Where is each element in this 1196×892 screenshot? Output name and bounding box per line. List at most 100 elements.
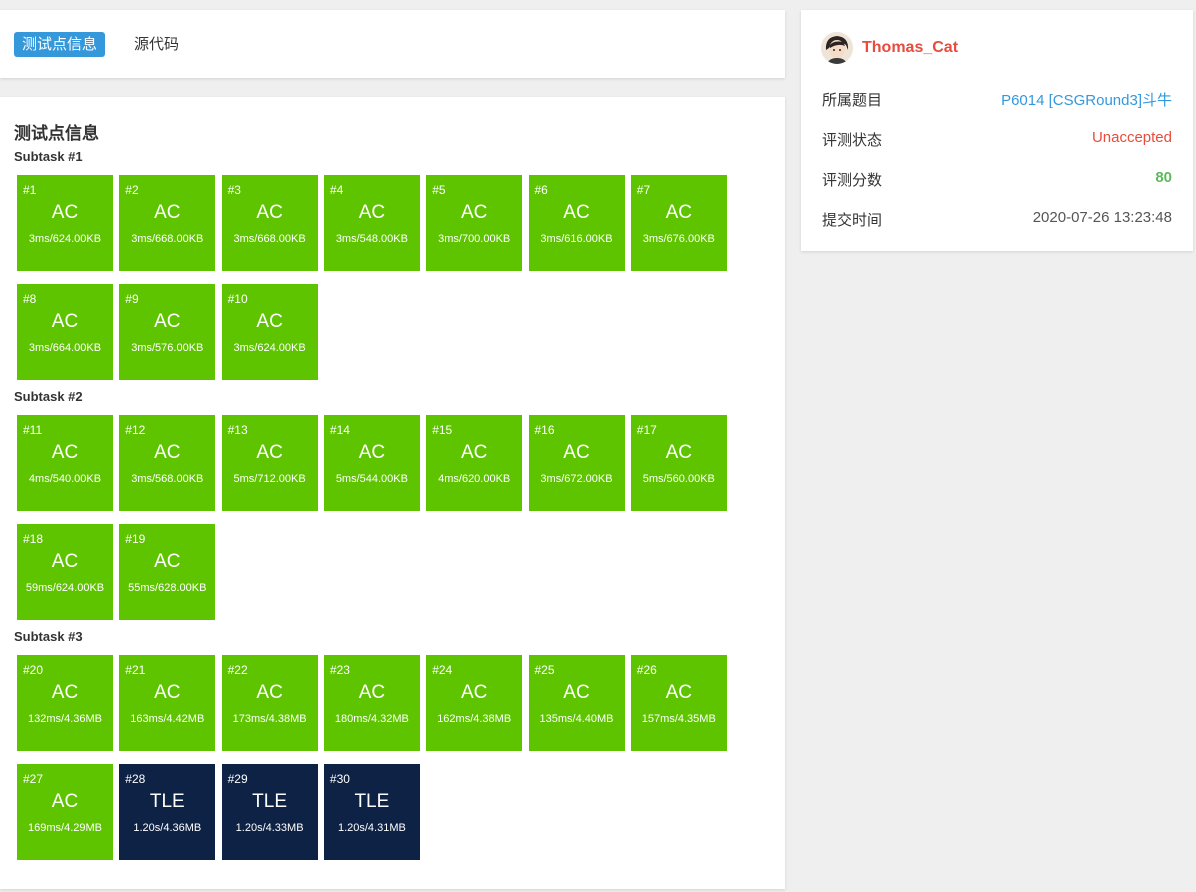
testcase-tile[interactable]: #10 AC 3ms/624.00KB	[221, 284, 318, 380]
tab-testcases[interactable]: 测试点信息	[14, 32, 106, 57]
testcase-id: #29	[227, 772, 248, 786]
testcase-status: AC	[154, 442, 181, 463]
testcase-usage: 3ms/624.00KB	[28, 233, 102, 245]
testcase-tile[interactable]: #5 AC 3ms/700.00KB	[426, 175, 523, 271]
testcase-usage: 4ms/620.00KB	[438, 473, 511, 485]
submit-time-value: 2020-07-26 13:23:48	[1032, 209, 1172, 226]
testcase-tile[interactable]: #21 AC 163ms/4.42MB	[119, 655, 216, 751]
testcase-status: AC	[460, 202, 488, 223]
problem-link[interactable]: P6014 [CSGRound3]斗牛	[1001, 89, 1172, 110]
testcase-usage: 3ms/548.00KB	[335, 233, 408, 245]
testcase-tile[interactable]: #23 AC 180ms/4.32MB	[323, 655, 420, 751]
testcase-usage: 1.20s/4.36MB	[133, 822, 202, 834]
testcase-id: #14	[329, 423, 350, 437]
testcase-tile[interactable]: #17 AC 5ms/560.00KB	[630, 415, 727, 511]
testcase-tile[interactable]: #26 AC 157ms/4.35MB	[630, 655, 727, 751]
testcase-tile[interactable]: #11 AC 4ms/540.00KB	[17, 415, 113, 511]
testcase-tile[interactable]: #3 AC 3ms/668.00KB	[221, 175, 318, 271]
testcase-status: AC	[256, 682, 283, 703]
testcase-id: #8	[23, 292, 37, 306]
subtask-label-1: Subtask #1	[14, 149, 83, 164]
testcase-tile[interactable]: #30 TLE 1.20s/4.31MB	[323, 764, 420, 860]
info-row-submit-time: 提交时间 2020-07-26 13:23:48	[822, 209, 1172, 231]
testcase-tile[interactable]: #29 TLE 1.20s/4.33MB	[221, 764, 318, 860]
testcase-status: AC	[563, 682, 590, 703]
testcase-id: #2	[125, 183, 139, 197]
testcase-tile[interactable]: #8 AC 3ms/664.00KB	[17, 284, 113, 380]
testcase-id: #5	[432, 183, 446, 197]
testcase-status: AC	[460, 442, 488, 463]
testcase-panel: 测试点信息 Subtask #1 #1 AC 3ms/624.00KB #2 AC 3ms…	[0, 97, 785, 889]
tab-source-code[interactable]: 源代码	[126, 32, 187, 57]
testcase-tile[interactable]: #24 AC 162ms/4.38MB	[426, 655, 523, 751]
testcase-id: #30	[329, 772, 350, 786]
tabs-card: 测试点信息 源代码	[0, 10, 785, 78]
testcase-id: #23	[329, 663, 350, 677]
testcase-tile[interactable]: #9 AC 3ms/576.00KB	[119, 284, 216, 380]
testcase-id: #18	[23, 532, 44, 546]
username-link[interactable]: Thomas_Cat	[862, 39, 958, 57]
testcase-usage: 162ms/4.38MB	[437, 713, 512, 725]
testcase-id: #17	[636, 423, 657, 437]
testcase-id: #19	[125, 532, 146, 546]
testcase-tile[interactable]: #13 AC 5ms/712.00KB	[221, 415, 318, 511]
testcase-status: TLE	[354, 791, 390, 812]
testcase-tile[interactable]: #20 AC 132ms/4.36MB	[17, 655, 113, 751]
testcase-status: AC	[154, 311, 181, 332]
testcase-usage: 3ms/672.00KB	[540, 473, 613, 485]
testcase-tile[interactable]: #28 TLE 1.20s/4.36MB	[119, 764, 216, 860]
testcase-tile[interactable]: #16 AC 3ms/672.00KB	[528, 415, 625, 511]
testcase-status: AC	[51, 202, 79, 223]
testcase-usage: 55ms/628.00KB	[128, 582, 207, 594]
testcase-usage: 157ms/4.35MB	[641, 713, 716, 725]
info-key: 所属题目	[822, 92, 883, 109]
testcase-status: AC	[460, 682, 488, 703]
testcase-usage: 180ms/4.32MB	[334, 713, 409, 725]
subtask-label-2: Subtask #2	[14, 389, 83, 404]
testcase-status: AC	[51, 311, 79, 332]
testcase-id: #28	[125, 772, 146, 786]
testcase-usage: 163ms/4.42MB	[130, 713, 205, 725]
testcase-status: AC	[256, 442, 283, 463]
testcase-tile[interactable]: #2 AC 3ms/668.00KB	[119, 175, 216, 271]
testcase-tile[interactable]: #22 AC 173ms/4.38MB	[221, 655, 318, 751]
testcase-usage: 3ms/664.00KB	[28, 342, 102, 354]
testcase-status: AC	[51, 682, 79, 703]
submission-info-card: Thomas_Cat 所属题目 P6014 [CSGRound3]斗牛 评测状态…	[801, 10, 1193, 251]
testcase-tile[interactable]: #6 AC 3ms/616.00KB	[528, 175, 625, 271]
testcase-tile[interactable]: #14 AC 5ms/544.00KB	[323, 415, 420, 511]
testcase-usage: 3ms/616.00KB	[540, 233, 613, 245]
testcase-status: AC	[665, 202, 692, 223]
status-value: Unaccepted	[1091, 129, 1172, 146]
testcase-tile[interactable]: #25 AC 135ms/4.40MB	[528, 655, 625, 751]
testcase-usage: 1.20s/4.33MB	[235, 822, 304, 834]
testcase-id: #15	[432, 423, 453, 437]
testcase-tile[interactable]: #27 AC 169ms/4.29MB	[17, 764, 113, 860]
testcase-usage: 5ms/544.00KB	[335, 473, 408, 485]
testcase-id: #7	[636, 183, 651, 197]
testcase-id: #10	[227, 292, 248, 306]
subtask-label-3: Subtask #3	[14, 629, 83, 644]
info-row-problem: 所属题目 P6014 [CSGRound3]斗牛	[822, 89, 1172, 111]
testcase-tile[interactable]: #19 AC 55ms/628.00KB	[119, 524, 216, 620]
testcase-id: #3	[227, 183, 241, 197]
info-row-status: 评测状态 Unaccepted	[822, 129, 1172, 151]
subtask-1-cases: #1 AC 3ms/624.00KB #2 AC 3ms/668.00KB #3 AC 3ms/…	[17, 175, 737, 380]
testcase-tile[interactable]: #7 AC 3ms/676.00KB	[630, 175, 727, 271]
user-avatar[interactable]	[821, 32, 853, 64]
section-title: 测试点信息	[14, 124, 99, 143]
testcase-usage: 3ms/576.00KB	[131, 342, 204, 354]
testcase-status: AC	[358, 442, 386, 463]
testcase-usage: 3ms/676.00KB	[642, 233, 715, 245]
testcase-tile[interactable]: #12 AC 3ms/568.00KB	[119, 415, 216, 511]
testcase-status: AC	[665, 442, 692, 463]
testcase-id: #22	[227, 663, 248, 677]
testcase-tile[interactable]: #18 AC 59ms/624.00KB	[17, 524, 113, 620]
testcase-usage: 3ms/624.00KB	[233, 342, 306, 354]
testcase-status: AC	[154, 202, 181, 223]
testcase-status: AC	[51, 791, 79, 812]
testcase-tile[interactable]: #4 AC 3ms/548.00KB	[323, 175, 420, 271]
testcase-usage: 132ms/4.36MB	[28, 713, 102, 725]
testcase-tile[interactable]: #1 AC 3ms/624.00KB	[17, 175, 113, 271]
testcase-tile[interactable]: #15 AC 4ms/620.00KB	[426, 415, 523, 511]
